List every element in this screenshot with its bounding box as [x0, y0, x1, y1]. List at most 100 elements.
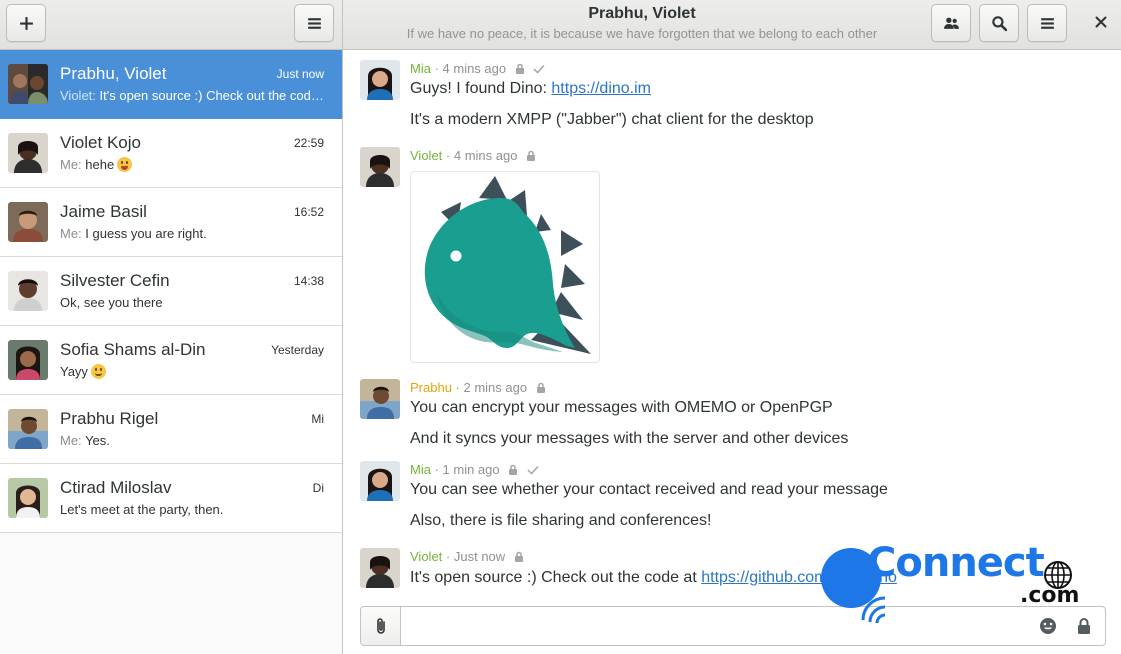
conversation-time: Mi — [311, 412, 324, 426]
preview-text: It's open source :) Check out the code a… — [99, 88, 326, 103]
conversation-name: Silvester Cefin — [60, 271, 170, 290]
conversation-list: Prabhu, Violet Just now Violet: It's ope… — [0, 50, 343, 654]
shared-image[interactable] — [410, 171, 600, 363]
message-author: Mia — [410, 61, 431, 76]
preview-sender: Violet: — [60, 88, 96, 103]
check-icon — [527, 465, 539, 475]
smile-emoji-icon — [90, 364, 106, 379]
preview-sender: Me: — [60, 157, 82, 172]
message-author: Mia — [410, 462, 431, 477]
message-time: · Just now — [445, 549, 506, 564]
close-icon — [1095, 16, 1107, 28]
avatar — [8, 340, 48, 380]
message-text: You can see whether your contact receive… — [410, 481, 888, 498]
avatar — [8, 64, 48, 104]
message-text: Also, there is file sharing and conferen… — [410, 512, 712, 529]
avatar — [8, 409, 48, 449]
message-meta: Violet · 4 mins ago — [410, 148, 536, 163]
conversation-preview: Let's meet at the party, then. — [60, 502, 326, 517]
plus-icon — [19, 16, 33, 30]
message-input[interactable] — [402, 607, 1032, 645]
avatar — [360, 461, 400, 501]
message-meta: Prabhu · 2 mins ago — [410, 380, 546, 395]
avatar — [8, 271, 48, 311]
conversation-header: Prabhu, Violet If we have no peace, it i… — [343, 0, 1121, 50]
preview-text: Ok, see you there — [60, 295, 163, 310]
preview-text: Yayy — [60, 364, 88, 379]
conversation-time: 14:38 — [293, 274, 324, 288]
conversation-subtitle: If we have no peace, it is because we ha… — [406, 26, 878, 41]
message-meta: Violet · Just now — [410, 549, 524, 564]
avatar — [8, 133, 48, 173]
preview-sender: Me: — [60, 433, 82, 448]
message-text: It's a modern XMPP ("Jabber") chat clien… — [410, 111, 814, 128]
avatar — [360, 548, 400, 588]
message-author: Prabhu — [410, 380, 452, 395]
emoji-icon — [1040, 618, 1056, 634]
dino-logo-icon — [424, 176, 591, 354]
conversation-preview: Yayy — [60, 364, 326, 379]
conversation-name: Prabhu Rigel — [60, 409, 159, 428]
conversation-time: Di — [312, 481, 324, 495]
avatar — [8, 478, 48, 518]
preview-text: I guess you are right. — [85, 226, 207, 241]
paperclip-icon — [376, 618, 385, 634]
conversation-item[interactable]: Jaime Basil 16:52 Me: I guess you are ri… — [0, 188, 342, 257]
preview-text: Let's meet at the party, then. — [60, 502, 224, 517]
conversation-preview: Me: Yes. — [60, 433, 326, 448]
avatar — [360, 379, 400, 419]
lock-icon — [527, 150, 536, 161]
link[interactable]: https://dino.im — [551, 80, 651, 97]
conversation-item[interactable]: Prabhu, Violet Just now Violet: It's ope… — [0, 50, 342, 119]
sidebar-menu-button[interactable] — [294, 4, 334, 42]
message-time: · 4 mins ago — [434, 61, 507, 76]
search-button[interactable] — [979, 4, 1019, 42]
add-conversation-button[interactable] — [6, 4, 46, 42]
message-text: You can encrypt your messages with OMEMO… — [410, 399, 833, 416]
message-text-part: It's open source :) Check out the code a… — [410, 569, 702, 586]
conversation-preview: Me: hehe — [60, 157, 326, 172]
hamburger-icon — [1040, 17, 1054, 29]
conversation-name: Jaime Basil — [60, 202, 147, 221]
conversation-time: 16:52 — [293, 205, 324, 219]
message-meta: Mia · 1 min ago — [410, 462, 539, 477]
lock-icon — [509, 464, 518, 475]
conversation-name: Violet Kojo — [60, 133, 141, 152]
link[interactable]: https://github.com/dino/dino — [701, 569, 897, 586]
conversation-item[interactable]: Ctirad Miloslav Di Let's meet at the par… — [0, 464, 342, 533]
conversation-item[interactable]: Prabhu Rigel Mi Me: Yes. — [0, 395, 342, 464]
avatar — [360, 147, 400, 187]
close-window-button[interactable] — [1089, 10, 1113, 34]
conversation-preview: Violet: It's open source :) Check out th… — [60, 88, 326, 103]
attach-file-button[interactable] — [361, 607, 401, 645]
conversation-time: Just now — [276, 67, 324, 81]
participants-button[interactable] — [931, 4, 971, 42]
message-text-part: Guys! I found Dino: — [410, 80, 552, 97]
conversation-item[interactable]: Violet Kojo 22:59 Me: hehe — [0, 119, 342, 188]
conversation-time: 22:59 — [293, 136, 324, 150]
conversation-time: Yesterday — [271, 343, 324, 357]
tongue-emoji-icon — [117, 157, 133, 172]
conversation-name: Ctirad Miloslav — [60, 478, 172, 497]
avatar — [8, 202, 48, 242]
preview-text: Yes. — [85, 433, 110, 448]
lock-icon — [515, 63, 524, 74]
message-time: · 2 mins ago — [455, 380, 528, 395]
conversation-item[interactable]: Sofia Shams al-Din Yesterday Yayy — [0, 326, 342, 395]
message-author: Violet — [410, 549, 443, 564]
message-text: And it syncs your messages with the serv… — [410, 430, 849, 447]
message-history: Mia · 4 mins ago Guys! I found Dino: htt… — [344, 50, 1121, 654]
people-icon — [943, 17, 959, 29]
message-meta: Mia · 4 mins ago — [410, 61, 545, 76]
sidebar-header — [0, 0, 343, 50]
conversation-menu-button[interactable] — [1027, 4, 1067, 42]
search-icon — [991, 15, 1007, 31]
conversation-item[interactable]: Silvester Cefin 14:38 Ok, see you there — [0, 257, 342, 326]
preview-sender: Me: — [60, 226, 82, 241]
preview-text: hehe — [85, 157, 115, 172]
emoji-button[interactable] — [1037, 615, 1059, 637]
message-time: · 4 mins ago — [445, 148, 518, 163]
lock-icon — [1078, 618, 1090, 634]
encryption-button[interactable] — [1073, 615, 1095, 637]
message-time: · 1 min ago — [434, 462, 500, 477]
